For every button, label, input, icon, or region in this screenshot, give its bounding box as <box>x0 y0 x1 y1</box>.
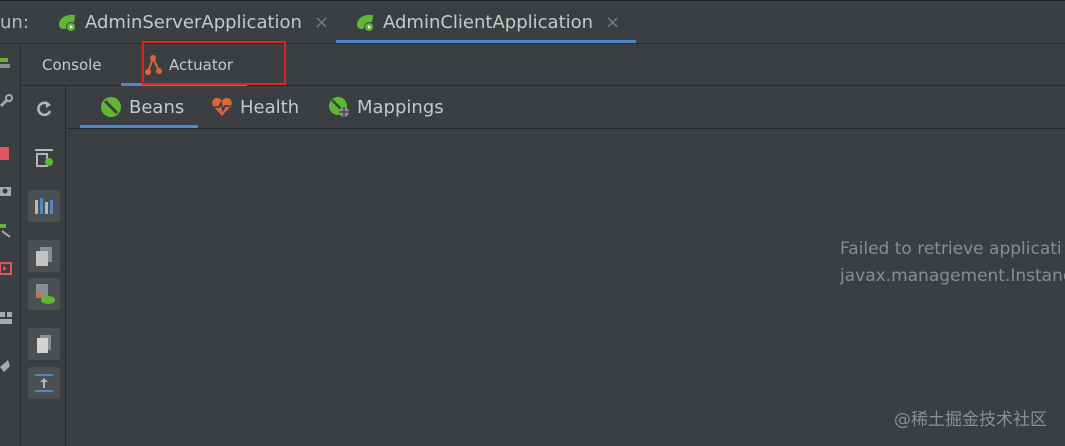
refresh-button[interactable] <box>28 93 60 125</box>
wrench-icon[interactable] <box>0 94 14 108</box>
spring-boot-run-icon <box>59 14 76 32</box>
show-context-button[interactable] <box>28 278 60 310</box>
watermark: @稀土掘金技术社区 <box>894 410 1047 430</box>
config-properties-icon <box>35 149 53 167</box>
show-config-button[interactable] <box>28 142 60 174</box>
run-tab-label: AdminServerApplication <box>85 11 302 33</box>
run-tab-admin-server[interactable]: AdminServerApplication × <box>56 1 329 43</box>
tab-beans[interactable]: Beans <box>79 86 199 128</box>
run-tool-window-header: un: AdminServerApplication × AdminClient… <box>0 1 1065 44</box>
error-message-line: Failed to retrieve applicati <box>840 239 1062 259</box>
run-label: un: <box>0 12 29 33</box>
close-icon[interactable]: × <box>314 12 329 33</box>
document-icon <box>37 335 51 353</box>
run-actions-toolbar <box>0 44 21 446</box>
tab-health-label: Health <box>240 96 300 118</box>
stop-icon[interactable] <box>0 147 14 161</box>
run-tab-label: AdminClientApplication <box>383 11 594 33</box>
camera-icon[interactable] <box>0 184 14 198</box>
expand-all-icon <box>35 374 53 392</box>
refresh-icon <box>37 101 52 117</box>
show-library-beans-button[interactable] <box>28 240 60 272</box>
bar-chart-icon <box>35 198 53 214</box>
beans-icon <box>101 97 121 117</box>
mappings-icon <box>329 97 349 117</box>
layout-icon[interactable] <box>0 312 14 326</box>
restore-layout-icon[interactable] <box>0 224 14 238</box>
actuator-highlight-box <box>142 41 286 85</box>
copy-pages-icon <box>36 247 52 266</box>
actuator-toolstrip <box>21 86 66 446</box>
tab-mappings[interactable]: Mappings <box>328 86 444 128</box>
actuator-content-panel: Failed to retrieve applicati javax.manag… <box>66 129 1065 446</box>
pin-icon[interactable] <box>0 360 14 374</box>
actuator-endpoint-tabs: Beans Health Mappings <box>66 86 1065 129</box>
tab-health[interactable]: Health <box>211 86 299 128</box>
run-tab-admin-client[interactable]: AdminClientApplication × <box>335 1 637 43</box>
close-icon[interactable]: × <box>605 12 620 33</box>
spring-boot-run-icon <box>357 14 374 32</box>
tab-console[interactable]: Console <box>42 44 102 86</box>
tab-beans-label: Beans <box>129 96 185 118</box>
rerun-icon[interactable] <box>0 56 14 70</box>
show-documents-button[interactable] <box>28 328 60 360</box>
dump-threads-icon[interactable] <box>0 262 14 276</box>
error-message: Failed to retrieve applicati javax.manag… <box>840 236 1065 290</box>
spring-context-icon <box>35 284 55 304</box>
error-message-line: javax.management.Instanc <box>840 266 1065 286</box>
tab-console-label: Console <box>42 56 102 74</box>
health-icon <box>212 98 232 116</box>
expand-all-button[interactable] <box>28 367 60 399</box>
tab-mappings-label: Mappings <box>357 96 444 118</box>
diagram-button[interactable] <box>28 190 60 222</box>
